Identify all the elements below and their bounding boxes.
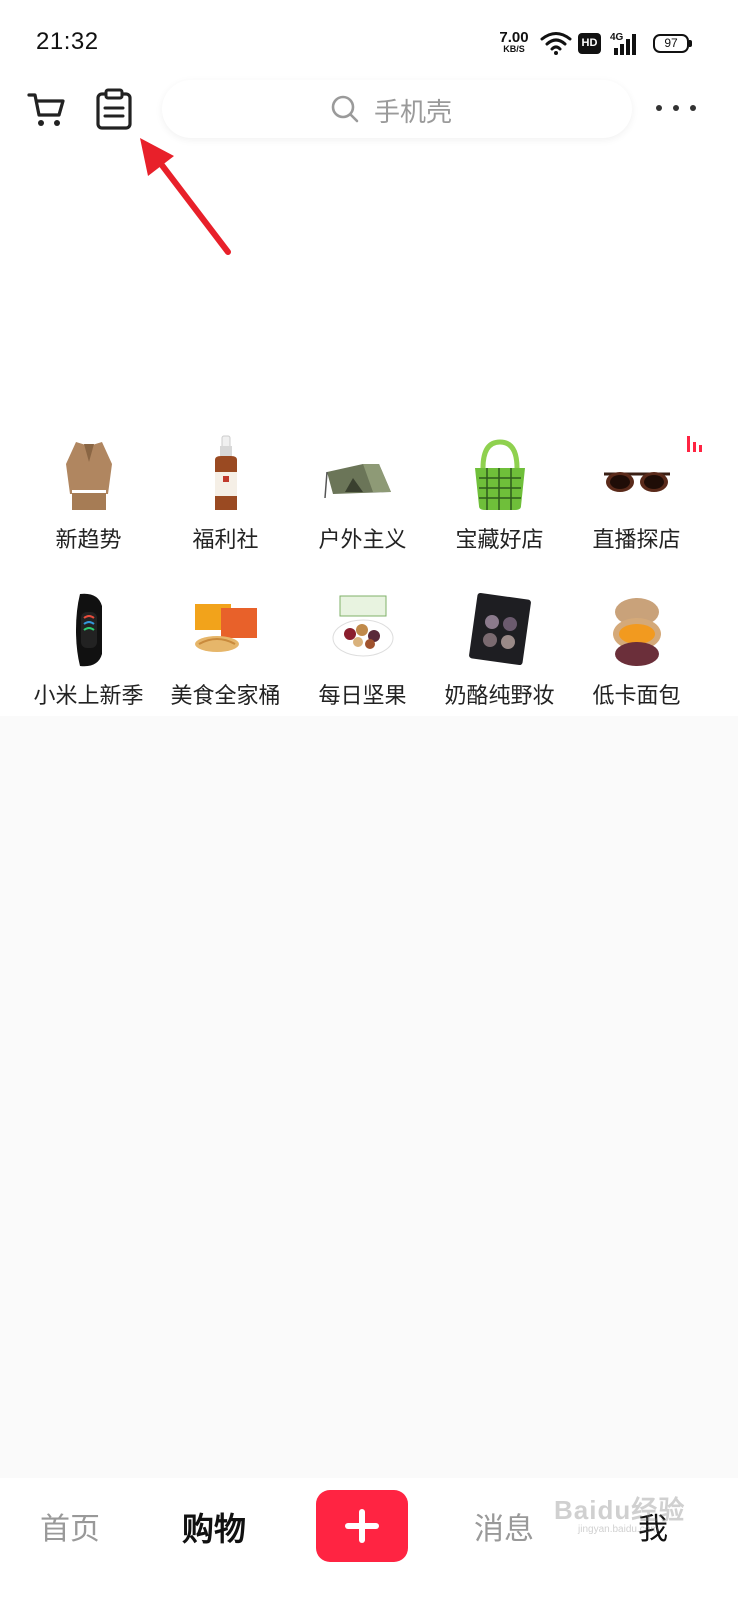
green-handbag-image	[475, 439, 525, 510]
serum-bottle-image	[215, 435, 237, 510]
annotation-arrow	[140, 138, 231, 255]
category-label: 小米上新季	[33, 684, 144, 709]
search-icon	[331, 95, 359, 123]
category-item-treasure-shops[interactable]: 宝藏好店	[431, 430, 568, 566]
nuts-bowl-image	[332, 595, 394, 657]
battery-indicator: 97	[653, 34, 689, 53]
category-item-daily-nuts[interactable]: 每日坚果	[294, 586, 431, 722]
more-dots-icon	[656, 105, 662, 111]
add-post-button[interactable]	[316, 1490, 408, 1562]
nav-tab-shop[interactable]: 购物	[182, 1504, 246, 1550]
battery-tip	[689, 40, 692, 47]
jacket-outfit-image	[66, 442, 112, 510]
category-item-low-cal-bread[interactable]: 低卡面包	[568, 586, 705, 722]
more-options-button[interactable]	[656, 100, 696, 116]
category-label: 每日坚果	[318, 684, 407, 709]
status-bar: 21:32 7.00 KB/S HD 4G 97	[0, 0, 738, 80]
cart-button[interactable]	[26, 88, 68, 130]
category-item-outdoor[interactable]: 户外主义	[294, 430, 431, 566]
status-time: 21:32	[36, 28, 99, 55]
network-type-label: 4G	[610, 32, 624, 43]
category-label: 低卡面包	[592, 684, 681, 709]
category-label: 直播探店	[592, 528, 681, 553]
smart-band-image	[76, 593, 102, 667]
category-label: 福利社	[192, 528, 259, 553]
nav-tab-messages[interactable]: 消息	[474, 1504, 534, 1548]
cellular-signal-icon: 4G	[610, 32, 636, 55]
nav-tab-home[interactable]: 首页	[40, 1504, 100, 1548]
eyeshadow-palette-image	[469, 592, 531, 666]
network-speed-value: 7.00	[499, 29, 529, 46]
category-item-live-shop[interactable]: 直播探店	[568, 430, 705, 566]
category-item-welfare[interactable]: 福利社	[157, 430, 294, 566]
search-placeholder: 手机壳	[374, 98, 453, 128]
clipboard-icon	[96, 88, 132, 130]
category-item-trend[interactable]: 新趋势	[20, 430, 157, 566]
watermark-text: Baidu经验	[554, 1495, 686, 1525]
shopping-cart-icon	[27, 93, 65, 126]
category-item-cheese-makeup[interactable]: 奶酪纯野妆	[431, 586, 568, 722]
live-indicator-icon	[687, 436, 702, 452]
category-label: 美食全家桶	[170, 684, 281, 709]
watermark-url: jingyan.baidu.com	[578, 1524, 659, 1535]
category-label: 奶酪纯野妆	[444, 684, 555, 709]
feed-content-area	[0, 716, 738, 1486]
category-item-food-bucket[interactable]: 美食全家桶	[157, 586, 294, 722]
bread-image	[613, 598, 661, 666]
hd-badge: HD	[578, 33, 601, 54]
clipboard-button[interactable]	[94, 88, 134, 130]
network-speed: 7.00 KB/S	[496, 30, 532, 54]
category-grid: 新趋势 福利社 户外主义 宝藏好店 直播探店 小米上新季 美食全家桶 每日坚果 …	[20, 430, 720, 722]
tent-image	[324, 464, 391, 499]
sunglasses-image	[604, 472, 670, 492]
network-speed-unit: KB/S	[503, 44, 525, 54]
baidu-watermark: Baidu经验 jingyan.baidu.com	[552, 1482, 692, 1542]
snack-box-image	[195, 604, 257, 652]
wifi-icon	[540, 32, 572, 55]
category-label: 宝藏好店	[455, 528, 544, 553]
category-label: 户外主义	[318, 528, 407, 553]
category-item-xiaomi[interactable]: 小米上新季	[20, 586, 157, 722]
category-label: 新趋势	[55, 528, 122, 553]
